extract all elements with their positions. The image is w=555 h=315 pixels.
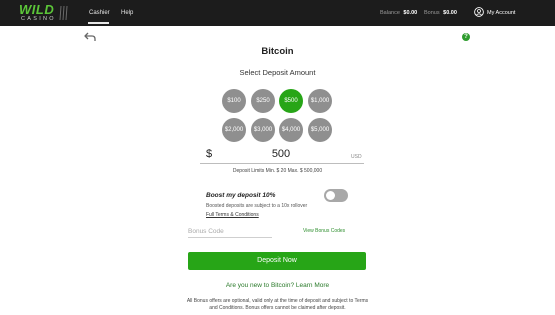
amount-option-3000[interactable]: $3,000 — [251, 118, 275, 142]
deposit-amount-input[interactable] — [215, 146, 347, 162]
boost-description: Boosted deposits are subject to a 10x ro… — [206, 203, 308, 209]
amount-option-1000[interactable]: $1,000 — [308, 89, 332, 113]
learn-more-line[interactable]: Are you new to Bitcoin? Learn More — [0, 282, 555, 290]
balance-display: Balance $0.00 — [380, 9, 417, 17]
nav-active-indicator — [88, 22, 109, 24]
toggle-knob — [326, 191, 335, 200]
balance-value: $0.00 — [403, 10, 418, 16]
amount-underline — [200, 163, 364, 164]
bonus-balance-display: Bonus $0.00 — [424, 9, 457, 17]
amount-option-2000[interactable]: $2,000 — [222, 118, 246, 142]
wild-casino-logo[interactable]: WILD CASINO — [19, 2, 68, 24]
bonus-balance-value: $0.00 — [443, 10, 457, 16]
currency-unit: USD — [351, 154, 362, 160]
bonus-code-input[interactable] — [188, 225, 272, 237]
bonus-code-underline — [188, 237, 272, 238]
balance-label: Balance — [380, 10, 400, 16]
boost-title: Boost my deposit 10% — [206, 192, 276, 199]
deposit-limits: Deposit Limits Min. $ 20 Max. $ 500,000 — [232, 168, 323, 174]
nav-help[interactable]: Help — [121, 9, 133, 17]
bonus-balance-label: Bonus — [424, 10, 440, 16]
terms-link[interactable]: Full Terms & Conditions — [206, 212, 259, 218]
nav-cashier[interactable]: Cashier — [89, 9, 110, 17]
deposit-now-button[interactable]: Deposit Now — [188, 252, 366, 270]
claw-mark-icon — [59, 5, 68, 21]
learn-more-question[interactable]: Are you new to Bitcoin? — [226, 282, 294, 289]
page-title: Bitcoin — [261, 46, 294, 57]
amount-option-250[interactable]: $250 — [251, 89, 275, 113]
learn-more-link[interactable]: Learn More — [296, 282, 329, 289]
currency-symbol: $ — [206, 148, 213, 160]
view-bonus-codes-link[interactable]: View Bonus Codes — [303, 228, 345, 234]
amount-option-4000[interactable]: $4,000 — [279, 118, 303, 142]
page-subtitle: Select Deposit Amount — [239, 68, 316, 77]
boost-toggle[interactable] — [324, 189, 348, 202]
logo-subtitle: CASINO — [21, 16, 56, 22]
logo-wordmark: WILD — [19, 2, 55, 17]
help-icon[interactable]: ? — [462, 33, 470, 41]
my-account-label: My Account — [487, 10, 516, 16]
top-bar: WILD CASINO Cashier Help Balance $0.00 B… — [0, 0, 555, 26]
back-arrow-icon[interactable] — [84, 32, 96, 42]
bonus-disclaimer: All Bonus offers are optional, valid onl… — [186, 298, 369, 311]
amount-option-5000[interactable]: $5,000 — [308, 118, 332, 142]
amount-option-500[interactable]: $500 — [279, 89, 303, 113]
amount-option-100[interactable]: $100 — [222, 89, 246, 113]
user-circle-icon — [474, 7, 484, 17]
